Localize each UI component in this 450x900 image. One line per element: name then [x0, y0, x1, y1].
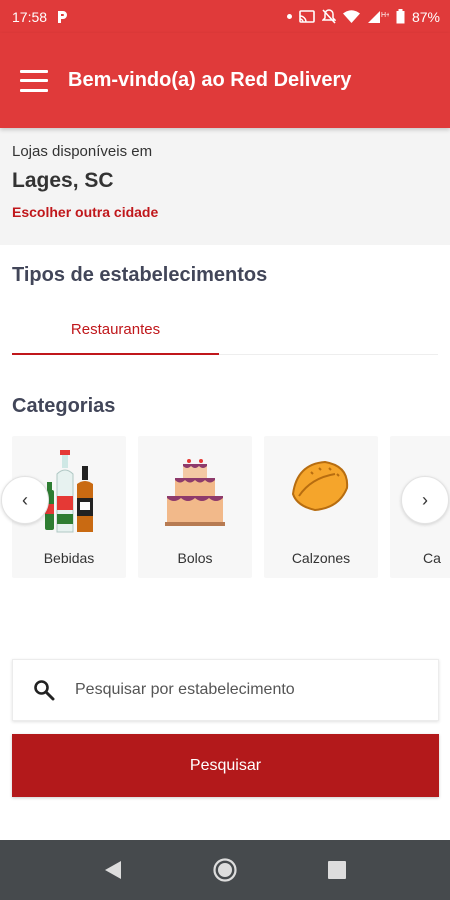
home-icon[interactable] [213, 858, 237, 882]
search-icon [34, 680, 55, 701]
category-label: Calzones [291, 550, 351, 566]
location-label: Lojas disponíveis em [12, 143, 153, 160]
app-title: Bem-vindo(a) ao Red Delivery [68, 69, 352, 91]
category-label: Bebidas [43, 550, 95, 566]
location-section: Lojas disponíveis em Lages, SC Escolher … [0, 128, 450, 245]
categories-title: Categorias [12, 395, 116, 417]
svg-text:H+: H+ [381, 12, 389, 19]
notifications-off-icon [321, 9, 336, 24]
back-icon[interactable] [101, 858, 125, 882]
menu-icon[interactable] [20, 69, 48, 92]
wifi-icon [342, 10, 360, 23]
category-label: Ca [423, 550, 441, 566]
category-card-bolos[interactable]: Bolos [138, 436, 252, 578]
location-city: Lages, SC [12, 169, 114, 192]
cake-icon [165, 459, 225, 526]
bottles-icon [45, 450, 93, 533]
system-nav-bar [0, 840, 450, 900]
signal-icon: H+ [367, 10, 389, 23]
search-button[interactable]: Pesquisar [12, 734, 439, 797]
change-city-link[interactable]: Escolher outra cidade [12, 204, 438, 220]
cast-icon [299, 9, 315, 23]
search-input[interactable] [75, 681, 395, 699]
calzone-icon [291, 460, 349, 512]
status-time: 17:58 [12, 8, 48, 25]
battery-icon [396, 9, 405, 24]
recents-icon[interactable] [325, 858, 349, 882]
app-bar: Bem-vindo(a) ao Red Delivery [0, 33, 450, 128]
carousel-next-button[interactable]: › [401, 476, 449, 524]
carousel-prev-button[interactable]: ‹ [1, 476, 49, 524]
status-bar: 17:58 H+ 87% [0, 0, 450, 33]
dot-icon [286, 14, 292, 19]
establishment-tabs: Restaurantes [12, 305, 438, 355]
tab-restaurantes[interactable]: Restaurantes [12, 305, 219, 355]
category-card-calzones[interactable]: Calzones [264, 436, 378, 578]
categories-carousel: Bebidas Bolos Calzones Ca [0, 436, 450, 580]
parking-icon [58, 10, 68, 23]
establishment-types-title: Tipos de estabelecimentos [12, 264, 268, 286]
category-label: Bolos [177, 550, 213, 566]
battery-percent: 87% [411, 8, 440, 25]
search-box [12, 659, 439, 721]
